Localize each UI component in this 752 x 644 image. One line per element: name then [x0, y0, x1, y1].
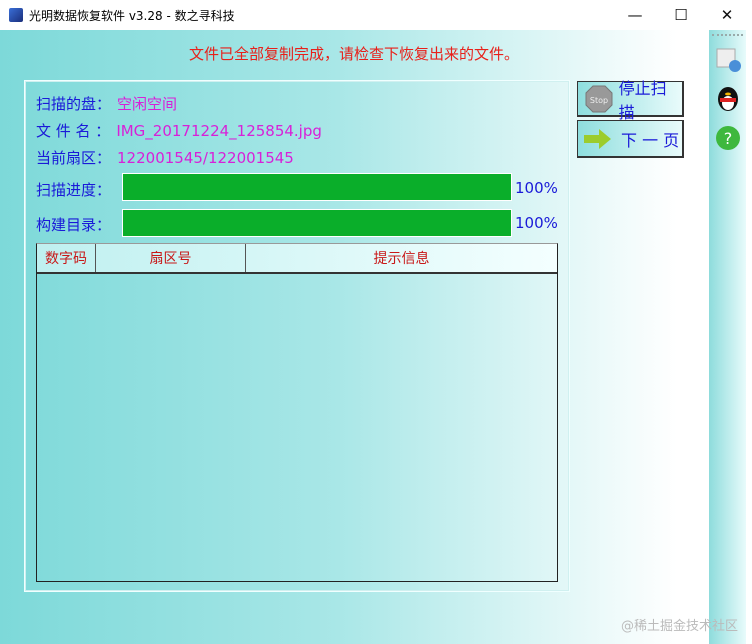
scan-progress-bar: [122, 173, 512, 201]
column-header-code[interactable]: 数字码: [37, 244, 96, 272]
disk-row: 扫描的盘： 空闲空间: [36, 93, 177, 114]
scan-progress-percent: 100%: [515, 179, 558, 197]
file-label: 文 件 名 ：: [36, 122, 111, 140]
title-bar: 光明数据恢复软件 v3.28 - 数之寻科技 — ☐ ✕: [0, 0, 752, 30]
settings-icon[interactable]: [714, 46, 742, 74]
arrow-right-icon: [584, 128, 611, 149]
stop-scan-button[interactable]: Stop 停止扫描: [577, 79, 684, 122]
column-header-info[interactable]: 提示信息: [246, 244, 557, 272]
svg-text:?: ?: [724, 129, 733, 148]
minimize-button[interactable]: —: [612, 0, 658, 30]
scan-progress-fill: [123, 174, 511, 200]
watermark: @稀土掘金技术社区: [620, 619, 738, 634]
qq-icon[interactable]: [714, 84, 742, 112]
build-progress-fill: [123, 210, 511, 236]
sector-row: 当前扇区： 122001545/122001545: [36, 147, 294, 168]
main-window: 文件已全部复制完成，请检查下恢复出来的文件。 扫描的盘： 空闲空间 文 件 名 ：…: [0, 30, 752, 644]
sector-value: 122001545/122001545: [117, 149, 294, 167]
window-title: 光明数据恢复软件 v3.28 - 数之寻科技: [29, 8, 235, 23]
file-row: 文 件 名 ： IMG_20171224_125854.jpg: [36, 120, 322, 141]
disk-label: 扫描的盘：: [36, 95, 112, 113]
file-value: IMG_20171224_125854.jpg: [116, 122, 322, 140]
stop-scan-label: 停止扫描: [618, 78, 667, 122]
next-page-button[interactable]: 下 一 页: [577, 120, 684, 158]
stop-icon: Stop: [585, 85, 613, 112]
svg-text:Stop: Stop: [590, 96, 608, 105]
next-page-label: 下 一 页: [621, 130, 680, 150]
maximize-button[interactable]: ☐: [658, 0, 704, 30]
sidebar-grip: [712, 34, 743, 36]
table-header: 数字码 扇区号 提示信息: [37, 244, 557, 274]
scan-progress-label: 扫描进度：: [36, 181, 112, 199]
disk-value: 空闲空间: [117, 95, 178, 113]
build-progress-percent: 100%: [515, 214, 558, 232]
build-progress-label: 构建目录：: [36, 216, 112, 234]
status-message: 文件已全部复制完成，请检查下恢复出来的文件。: [188, 45, 519, 63]
sidebar: ?: [708, 30, 746, 644]
sector-label: 当前扇区：: [36, 149, 112, 167]
result-table[interactable]: 数字码 扇区号 提示信息: [36, 243, 558, 582]
scan-panel: 扫描的盘： 空闲空间 文 件 名 ： IMG_20171224_125854.jpg…: [24, 80, 570, 592]
app-icon: [9, 8, 23, 22]
build-progress-bar: [122, 209, 512, 237]
column-header-sector[interactable]: 扇区号: [96, 244, 246, 272]
help-icon[interactable]: ?: [714, 124, 742, 152]
close-button[interactable]: ✕: [704, 0, 750, 30]
